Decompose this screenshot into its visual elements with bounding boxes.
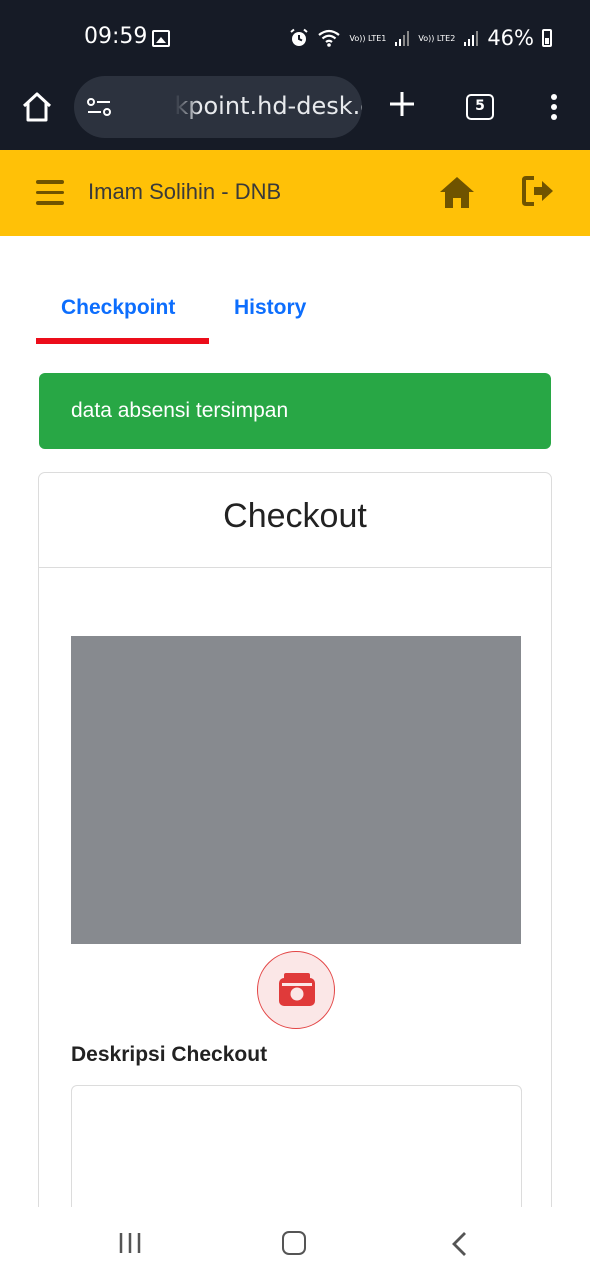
camera-preview (71, 636, 521, 944)
sim2-label: Vo)) LTE2 (418, 33, 456, 43)
tabs-icon[interactable]: 5 (466, 94, 494, 120)
description-label: Deskripsi Checkout (71, 1043, 268, 1066)
browser-toolbar: checkpoint.hd-desk.com 5 (0, 72, 590, 150)
home-icon[interactable] (282, 1231, 306, 1255)
tab-history[interactable]: History (234, 296, 306, 320)
address-bar[interactable]: checkpoint.hd-desk.com (74, 76, 362, 138)
alarm-icon (290, 28, 309, 46)
card-title: Checkout (223, 497, 367, 535)
system-nav-bar (0, 1207, 590, 1280)
sim1-label: Vo)) LTE1 (349, 33, 387, 43)
battery-percent: 46% (487, 26, 534, 50)
menu-icon[interactable] (544, 92, 564, 122)
back-icon[interactable] (450, 1231, 468, 1257)
wifi-icon (318, 29, 341, 47)
status-icons: Vo)) LTE1 Vo)) LTE2 46% (289, 26, 552, 50)
app-header: Imam Solihin - DNB (0, 150, 590, 236)
home-icon[interactable] (438, 174, 476, 210)
active-tab-indicator (36, 338, 209, 344)
status-time: 09:59 (84, 24, 148, 49)
success-alert: data absensi tersimpan (39, 373, 551, 449)
home-icon[interactable] (20, 90, 54, 124)
camera-icon (279, 973, 315, 1006)
image-icon (152, 30, 170, 47)
tab-checkpoint[interactable]: Checkpoint (61, 296, 175, 320)
checkout-card: Checkout Deskripsi Checkout (38, 472, 552, 1280)
alert-message: data absensi tersimpan (71, 399, 289, 422)
url-fade (116, 76, 200, 138)
status-bar: 09:59 Vo)) LTE1 Vo)) LTE2 46% (0, 0, 590, 72)
capture-button[interactable] (257, 951, 335, 1029)
signal-icon (395, 31, 410, 46)
recents-icon[interactable] (118, 1232, 142, 1254)
site-settings-icon[interactable] (86, 97, 112, 117)
logout-icon[interactable] (520, 174, 556, 208)
plus-icon[interactable] (386, 88, 418, 120)
header-title: Imam Solihin - DNB (88, 179, 282, 204)
hamburger-icon[interactable] (36, 180, 64, 205)
battery-icon (542, 29, 552, 47)
signal-icon (464, 31, 479, 46)
card-header: Checkout (39, 473, 551, 568)
